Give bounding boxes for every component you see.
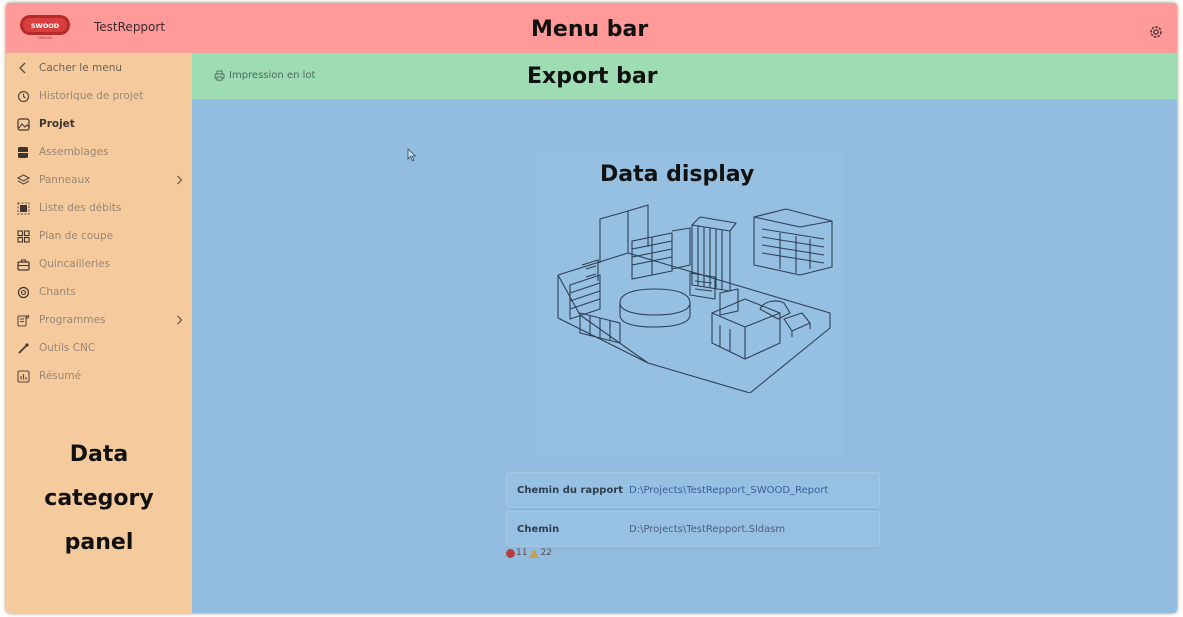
history-icon [16,89,30,103]
app-window: SWOOD DESIGN TestRepport Menu bar Cacher… [6,3,1177,613]
table-row: Chemin du rapport D:\Projects\TestReppor… [506,472,880,508]
sidebar-item-label: Panneaux [39,174,91,186]
sidebar-item-project[interactable]: Projet [16,113,184,135]
path-value: D:\Projects\TestRepport.Sldasm [629,523,786,535]
svg-text:DESIGN: DESIGN [38,36,52,40]
sidebar-item-label: Programmes [39,314,106,326]
sidebar-item-label: Chants [39,286,76,298]
image-icon [16,117,30,131]
report-path-link[interactable]: D:\Projects\TestRepport_SWOOD_Report [629,485,828,496]
data-display-annotation: Data display [600,162,755,187]
data-display: Data display Chemin du rapport D:\Projec… [192,99,1177,613]
sidebar-item-label: Quincailleries [39,258,111,270]
program-icon [16,313,30,327]
sidebar-item-programs[interactable]: Programmes [16,309,184,331]
edge-band-icon [16,285,30,299]
chevron-right-icon [174,175,184,185]
sidebar-item-cut-list[interactable]: Liste des débits [16,197,184,219]
report-path-label: Chemin du rapport [517,484,624,496]
swood-logo: SWOOD DESIGN [20,15,70,40]
chevron-left-icon [16,61,30,75]
chevron-right-icon [174,315,184,325]
table-row: Chemin D:\Projects\TestRepport.Sldasm [506,511,880,547]
batch-print-button[interactable]: Impression en lot [214,70,315,81]
sidebar-item-label: Plan de coupe [39,230,114,242]
sidebar-item-label: Historique de projet [39,90,144,102]
sidebar-item-label: Résumé [39,370,82,382]
sidebar-item-assemblies[interactable]: Assemblages [16,141,184,163]
hardware-icon [16,257,30,271]
sidebar-item-label: Liste des débits [39,202,122,214]
error-count: 11 [516,548,528,558]
warning-icon [529,548,540,558]
sidebar-item-summary[interactable]: Résumé [16,365,184,387]
sidebar-item-panels[interactable]: Panneaux [16,169,184,191]
cnc-tool-icon [16,341,30,355]
summary-icon [16,369,30,383]
panels-icon [16,173,30,187]
menu-bar: SWOOD DESIGN TestRepport Menu bar [6,3,1177,53]
cutting-plan-icon [16,229,30,243]
sidebar-item-label: Assemblages [39,146,109,158]
cutlist-icon [16,201,30,215]
gear-icon[interactable] [1148,24,1164,40]
printer-icon [214,70,225,81]
sidebar-item-label: Outils CNC [39,342,96,354]
report-info-table: Chemin du rapport D:\Projects\TestReppor… [506,472,880,550]
export-bar-annotation: Export bar [527,64,658,89]
sidebar-item-label: Projet [39,118,75,130]
sidebar-item-cnc-tools[interactable]: Outils CNC [16,337,184,359]
sidebar-item-project-history[interactable]: Historique de projet [16,85,184,107]
menu-bar-annotation: Menu bar [531,17,649,42]
data-category-panel: Cacher le menu Historique de projet Proj… [6,53,192,613]
data-category-panel-annotation: Data category panel [44,442,154,555]
sidebar-item-label: Cacher le menu [39,62,123,74]
path-label: Chemin [517,523,560,535]
cabinet-icon [16,145,30,159]
export-bar: Impression en lot Export bar [192,53,1177,99]
status-indicators[interactable]: 11 22 [506,548,552,558]
sidebar-item-hardware[interactable]: Quincailleries [16,253,184,275]
mouse-cursor-icon [407,148,417,162]
svg-text:SWOOD: SWOOD [31,22,60,30]
sidebar-item-edge-bands[interactable]: Chants [16,281,184,303]
warning-count: 22 [540,548,552,558]
error-icon [506,548,515,558]
project-preview-image [557,204,833,393]
sidebar-item-cutting-plan[interactable]: Plan de coupe [16,225,184,247]
app-title: TestRepport [94,20,166,34]
batch-print-label: Impression en lot [229,70,316,81]
sidebar-item-hide-menu[interactable]: Cacher le menu [16,57,184,79]
